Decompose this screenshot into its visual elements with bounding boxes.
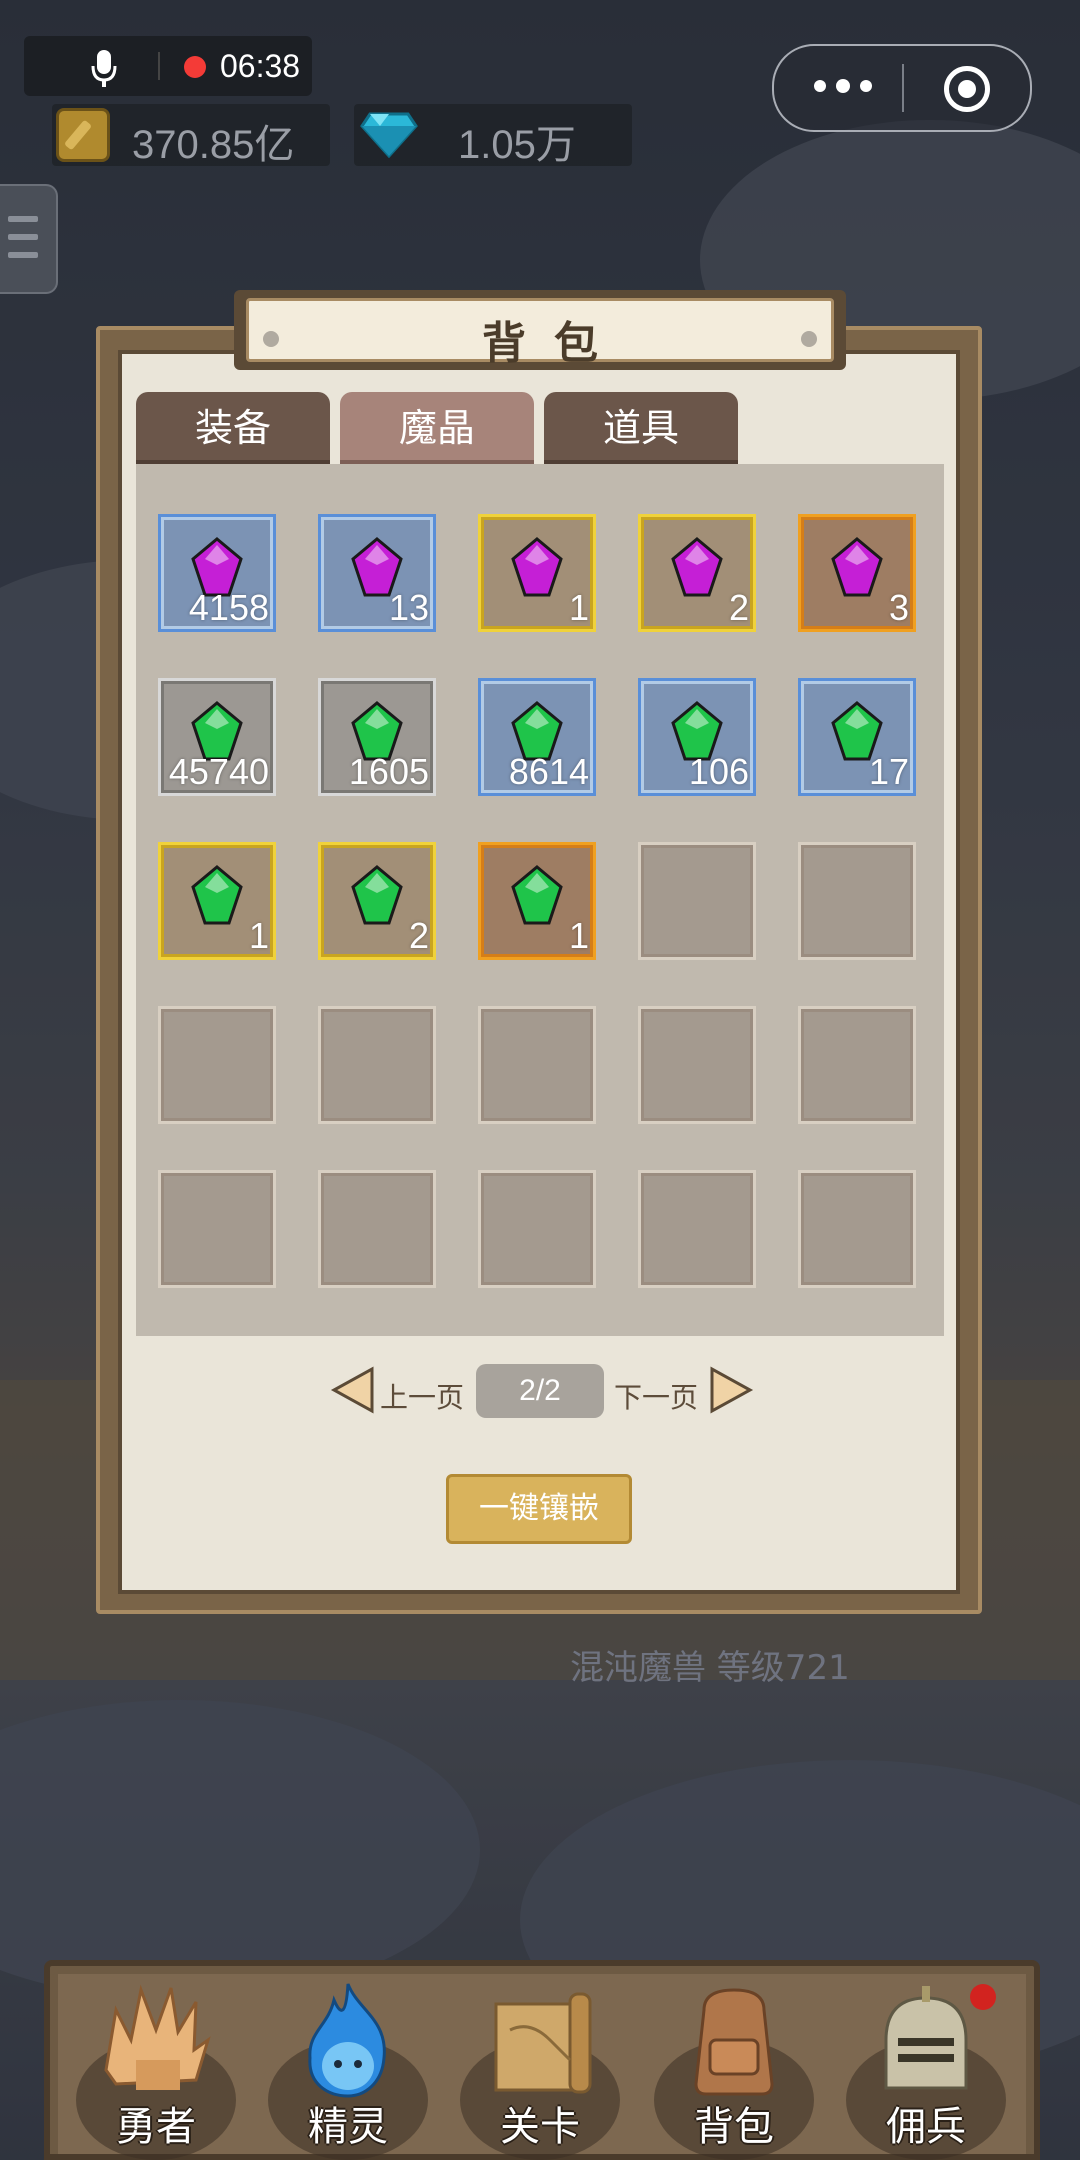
one-click-embed-button[interactable]: 一键镶嵌 [446, 1474, 632, 1544]
crystal-slot[interactable]: 4158 [158, 514, 276, 632]
next-page-button[interactable]: 下一页 [614, 1376, 698, 1416]
item-count: 1 [248, 915, 269, 956]
item-count: 45740 [168, 751, 269, 792]
crystal-slot[interactable]: 17 [798, 678, 916, 796]
divider [158, 52, 160, 80]
prev-page-arrow-icon[interactable] [330, 1366, 376, 1414]
item-count: 1605 [348, 751, 429, 792]
hero-spiky-hair-icon [104, 1984, 211, 2090]
nav-hero[interactable]: 勇者 [66, 1970, 246, 2160]
gold-counter: 370.85亿 [52, 104, 330, 167]
recording-indicator: 06:38 [24, 36, 312, 96]
crystal-slot[interactable]: 1 [478, 842, 596, 960]
nav-bag[interactable]: 背包 [644, 1970, 824, 2160]
tab-items[interactable]: 道具 [544, 392, 738, 464]
nav-stage[interactable]: 关卡 [450, 1970, 630, 2160]
gold-value: 370.85亿 [132, 123, 295, 167]
scroll-map-icon [494, 1992, 592, 2094]
bag-title-plate: 背包 [234, 290, 846, 370]
item-count: 1 [568, 587, 589, 628]
next-page-arrow-icon[interactable] [708, 1366, 754, 1414]
side-menu-button[interactable] [0, 184, 58, 294]
empty-slot[interactable] [478, 1170, 596, 1288]
green-crystal-icon [511, 865, 563, 925]
item-count: 17 [868, 751, 909, 792]
purple-crystal-icon [671, 537, 723, 597]
diamond-value: 1.05万 [458, 123, 576, 167]
nav-label: 佣兵 [886, 2104, 966, 2150]
crystal-slot[interactable]: 8614 [478, 678, 596, 796]
more-icon[interactable] [814, 79, 872, 93]
green-crystal-icon [351, 865, 403, 925]
empty-slot[interactable] [158, 1006, 276, 1124]
empty-slot[interactable] [798, 1006, 916, 1124]
empty-slot[interactable] [638, 842, 756, 960]
record-dot-icon [184, 56, 206, 78]
empty-slot[interactable] [158, 1170, 276, 1288]
item-count: 8614 [508, 751, 589, 792]
empty-slot[interactable] [478, 1006, 596, 1124]
crystal-slot[interactable]: 1 [158, 842, 276, 960]
title-plate-inner: 背包 [246, 298, 834, 369]
tab-equipment[interactable]: 装备 [136, 392, 330, 464]
crystal-slot[interactable]: 1 [478, 514, 596, 632]
diamond-counter: 1.05万 [354, 104, 632, 167]
empty-slot[interactable] [798, 842, 916, 960]
nav-label: 精灵 [308, 2104, 388, 2150]
crystal-slot[interactable]: 13 [318, 514, 436, 632]
item-count: 106 [688, 751, 749, 792]
nav-label: 关卡 [500, 2104, 580, 2150]
knight-helmet-icon [884, 1986, 968, 2090]
crystal-slot[interactable]: 1605 [318, 678, 436, 796]
item-count: 2 [408, 915, 429, 956]
green-crystal-icon [191, 865, 243, 925]
page-title: 背包 [482, 318, 626, 369]
crystal-slot[interactable]: 3 [798, 514, 916, 632]
diamond-icon [360, 112, 418, 158]
item-count: 4158 [188, 587, 269, 628]
empty-slot[interactable] [318, 1170, 436, 1288]
blue-flame-spirit-icon [308, 1983, 386, 2098]
item-count: 13 [388, 587, 429, 628]
tab-magic-crystal[interactable]: 魔晶 [340, 392, 534, 464]
recording-time: 06:38 [220, 48, 301, 84]
page-indicator: 2/2 [476, 1364, 604, 1418]
nav-label: 背包 [694, 2104, 774, 2150]
purple-crystal-icon [831, 537, 883, 597]
close-target-icon[interactable] [944, 66, 990, 112]
microphone-icon [91, 50, 117, 87]
empty-slot[interactable] [318, 1006, 436, 1124]
empty-slot[interactable] [638, 1006, 756, 1124]
boss-label: 混沌魔兽 等级721 [570, 1648, 850, 1688]
crystal-slot[interactable]: 106 [638, 678, 756, 796]
prev-page-button[interactable]: 上一页 [380, 1376, 464, 1416]
gold-coin-icon [56, 108, 110, 162]
item-count: 2 [728, 587, 749, 628]
notification-dot [970, 1984, 996, 2010]
divider [902, 64, 904, 112]
purple-crystal-icon [511, 537, 563, 597]
item-count: 3 [888, 587, 909, 628]
nav-spirit[interactable]: 精灵 [258, 1970, 438, 2160]
miniprogram-capsule [772, 44, 1032, 132]
nav-label: 勇者 [116, 2104, 196, 2150]
empty-slot[interactable] [638, 1170, 756, 1288]
empty-slot[interactable] [798, 1170, 916, 1288]
crystal-slot[interactable]: 45740 [158, 678, 276, 796]
crystal-slot[interactable]: 2 [638, 514, 756, 632]
crystal-slot[interactable]: 2 [318, 842, 436, 960]
item-count: 1 [568, 915, 589, 956]
backpack-icon [694, 1988, 774, 2096]
